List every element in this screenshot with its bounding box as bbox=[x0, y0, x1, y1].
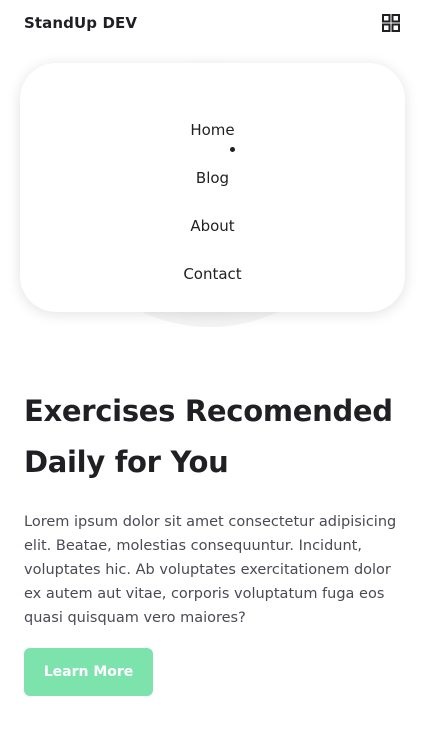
nav-menu: Home Blog About Contact bbox=[20, 63, 405, 312]
nav-item-about[interactable]: About bbox=[20, 217, 405, 235]
learn-more-button[interactable]: Learn More bbox=[24, 648, 153, 696]
nav-link-blog[interactable]: Blog bbox=[196, 169, 229, 187]
nav-link-home[interactable]: Home bbox=[190, 121, 234, 139]
nav-item-contact[interactable]: Contact bbox=[20, 265, 405, 283]
header: StandUp DEV bbox=[0, 0, 424, 48]
grid-menu-icon[interactable] bbox=[382, 14, 400, 32]
nav-item-blog[interactable]: Blog bbox=[20, 169, 405, 187]
nav-list: Home Blog About Contact bbox=[20, 63, 405, 312]
hero-title: Exercises Recomended Daily for You bbox=[24, 394, 393, 479]
hero-description: Lorem ipsum dolor sit amet consectetur a… bbox=[24, 514, 397, 626]
hero-content: Exercises Recomended Daily for You Lorem… bbox=[24, 386, 400, 630]
nav-item-home[interactable]: Home bbox=[20, 121, 405, 139]
nav-link-about[interactable]: About bbox=[190, 217, 234, 235]
nav-link-contact[interactable]: Contact bbox=[183, 265, 241, 283]
grid-menu-icon-svg bbox=[382, 14, 400, 32]
page: StandUp DEV Home Blog About Contact Exer… bbox=[0, 0, 424, 733]
active-indicator-dot bbox=[230, 147, 235, 152]
logo[interactable]: StandUp DEV bbox=[24, 14, 137, 32]
